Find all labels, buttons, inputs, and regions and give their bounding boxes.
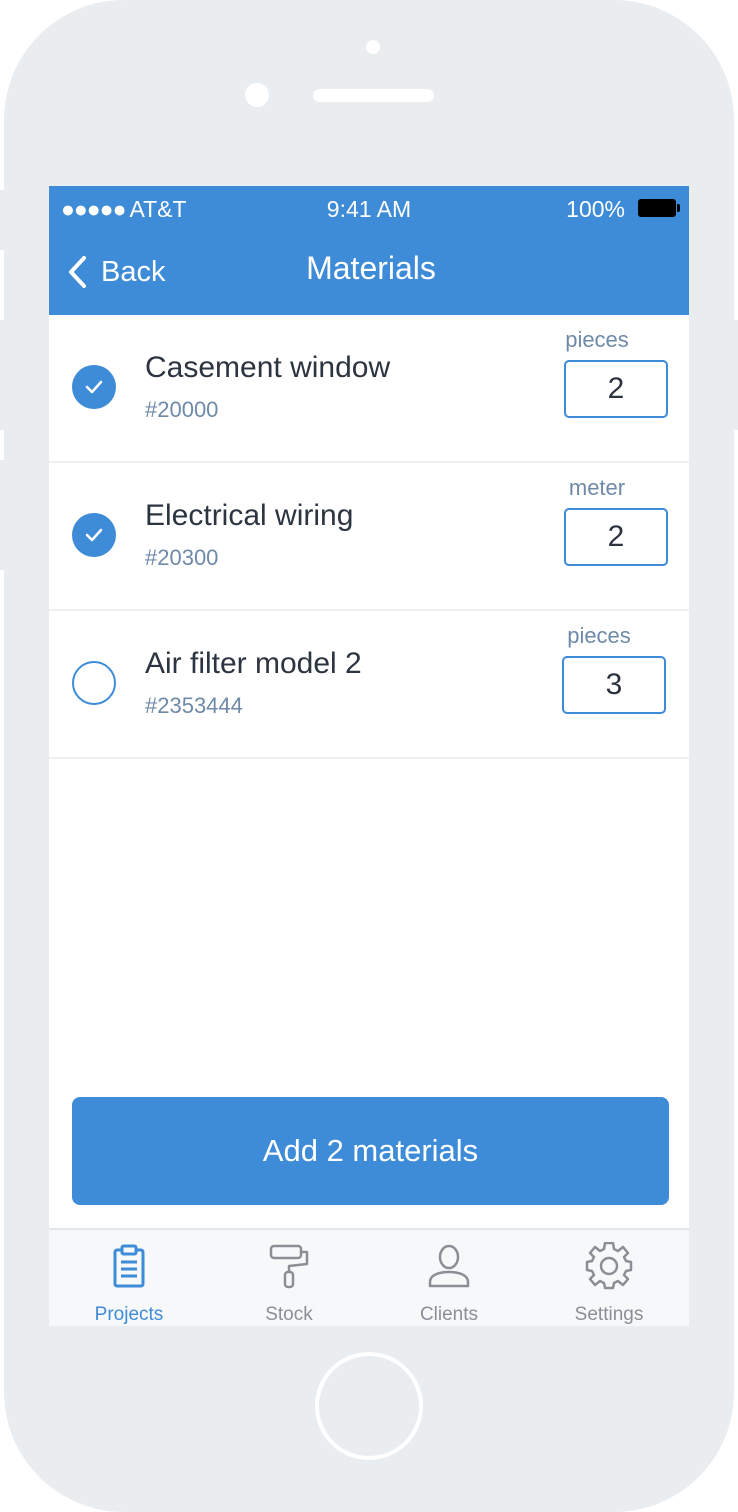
checkbox-checked[interactable] — [72, 513, 116, 557]
tab-projects[interactable]: Projects — [49, 1230, 209, 1326]
person-icon — [428, 1244, 470, 1288]
tab-stock[interactable]: Stock — [209, 1230, 369, 1326]
add-materials-button[interactable]: Add 2 materials — [72, 1097, 669, 1205]
paint-roller-icon — [269, 1244, 309, 1289]
materials-list: Casement window #20000 pieces 2 Electric… — [49, 315, 689, 759]
battery-percentage: 100% — [566, 196, 625, 222]
gear-icon — [585, 1242, 633, 1290]
tab-label: Clients — [419, 1304, 479, 1325]
volume-up-button — [0, 320, 6, 430]
material-name: Air filter model 2 — [145, 647, 362, 680]
clipboard-icon — [113, 1244, 145, 1288]
quantity-unit: pieces — [565, 327, 629, 352]
proximity-sensor — [366, 40, 380, 54]
quantity-input[interactable]: 2 — [564, 360, 668, 418]
tab-label: Settings — [574, 1304, 644, 1325]
front-camera — [245, 83, 269, 107]
material-name: Electrical wiring — [145, 499, 354, 532]
quantity-unit: pieces — [567, 623, 631, 648]
tab-clients[interactable]: Clients — [369, 1230, 529, 1326]
home-button[interactable] — [315, 1352, 423, 1460]
checkbox-unchecked[interactable] — [72, 661, 116, 705]
page-title: Materials — [306, 250, 436, 286]
mute-switch — [0, 190, 6, 250]
checkmark-icon — [85, 528, 103, 542]
tab-label: Stock — [265, 1304, 313, 1325]
volume-down-button — [0, 460, 6, 570]
app-screen: ●●●●● AT&T 9:41 AM 100% Back Materials Ca… — [49, 186, 689, 1326]
checkbox-checked[interactable] — [72, 365, 116, 409]
material-code: #20300 — [145, 545, 219, 570]
navigation-bar: ●●●●● AT&T 9:41 AM 100% Back Materials — [49, 186, 689, 315]
earpiece-speaker — [313, 89, 434, 102]
list-item[interactable]: Casement window #20000 pieces 2 — [49, 315, 689, 463]
list-item[interactable]: Air filter model 2 #2353444 pieces 3 — [49, 611, 689, 759]
tab-settings[interactable]: Settings — [529, 1230, 689, 1326]
quantity-unit: meter — [568, 475, 626, 500]
checkmark-icon — [85, 380, 103, 394]
material-code: #20000 — [145, 397, 219, 422]
material-code: #2353444 — [145, 693, 243, 718]
material-name: Casement window — [145, 351, 391, 384]
battery-icon — [638, 199, 680, 217]
quantity-input[interactable]: 3 — [562, 656, 666, 714]
power-button — [732, 320, 738, 430]
tab-bar: Projects Stock Clients Settings — [49, 1228, 689, 1326]
quantity-input[interactable]: 2 — [564, 508, 668, 566]
list-item[interactable]: Electrical wiring #20300 meter 2 — [49, 463, 689, 611]
tab-label: Projects — [94, 1304, 164, 1325]
